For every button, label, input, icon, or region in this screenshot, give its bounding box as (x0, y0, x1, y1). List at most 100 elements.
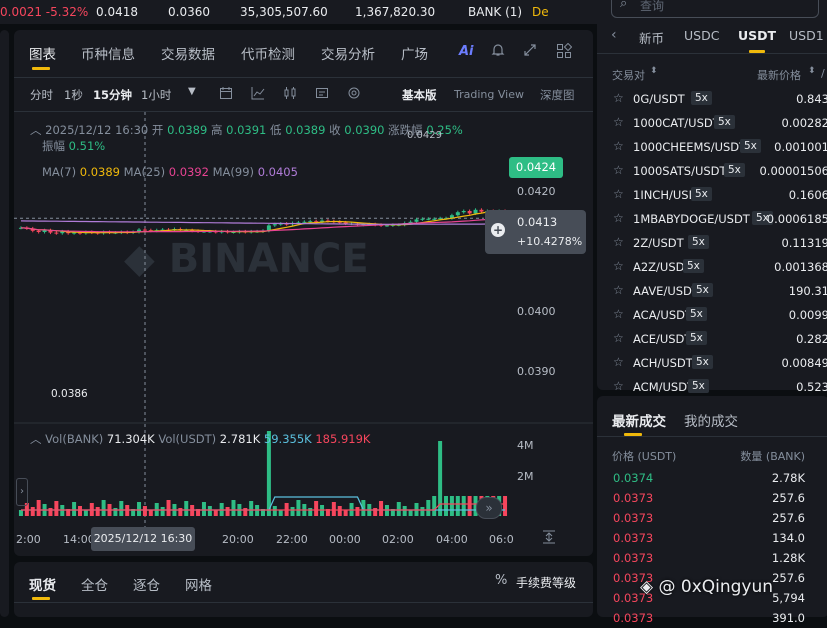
tf-1s[interactable]: 1秒 (64, 87, 83, 103)
trade-qty-header: 数量 (BANK) (740, 450, 805, 463)
pair-row[interactable]: ☆ A2Z/USDT 5x 0.001368 (597, 256, 827, 278)
template-icon[interactable] (314, 86, 330, 104)
tab-trade-analysis[interactable]: 交易分析 (321, 43, 375, 63)
expand-icon[interactable] (522, 43, 538, 61)
scroll-latest-icon[interactable]: » (476, 497, 502, 519)
settings-icon[interactable] (346, 86, 362, 104)
tab-trading-data[interactable]: 交易数据 (161, 43, 215, 63)
percent-icon[interactable]: % (495, 573, 507, 588)
indicator-icon[interactable] (250, 86, 266, 104)
tab-grid[interactable]: 网格 (185, 574, 212, 594)
candle-body (36, 230, 41, 232)
candle-body (473, 209, 478, 214)
favorite-star-icon[interactable]: ☆ (613, 283, 624, 297)
sort-icon[interactable]: ⬍ (808, 66, 816, 76)
tab-usdt[interactable]: USDT (738, 28, 776, 43)
favorite-star-icon[interactable]: ☆ (613, 139, 624, 153)
ai-icon[interactable]: Ai (459, 44, 474, 59)
tab-my-trades[interactable]: 我的成交 (684, 410, 738, 430)
view-depth[interactable]: 深度图 (540, 87, 575, 103)
pair-price: 0.523 (796, 380, 827, 394)
pair-row[interactable]: ☆ 1000SATS/USDT 5x 0.00001506 (597, 160, 827, 182)
ticker-holder[interactable]: BANK (1) (468, 5, 522, 19)
tf-line[interactable]: 分时 (30, 87, 53, 103)
pair-row[interactable]: ☆ 0G/USDT 5x 0.843 (597, 88, 827, 110)
layout-grid-icon[interactable] (556, 42, 573, 63)
tab-usdc[interactable]: USDC (684, 28, 719, 43)
chevron-down-icon[interactable]: ▼ (188, 86, 196, 97)
search-box[interactable]: ⌕ 查询 (611, 0, 819, 18)
search-input[interactable]: 查询 (640, 0, 664, 14)
pair-row[interactable]: ☆ ACM/USDT 5x 0.523 (597, 376, 827, 398)
pair-row[interactable]: ☆ ACH/USDT 5x 0.00849 (597, 352, 827, 374)
volume-bar (148, 510, 153, 516)
tab-usd1[interactable]: USD1 (789, 28, 824, 43)
tab-square[interactable]: 广场 (401, 43, 428, 63)
tab-latest-trades[interactable]: 最新成交 (612, 410, 666, 430)
pair-row[interactable]: ☆ AAVE/USDT 5x 190.31 (597, 280, 827, 302)
scroll-left-icon[interactable]: › (16, 478, 28, 506)
ma7-value: 0.0389 (79, 165, 120, 179)
left-panel-edge (0, 30, 9, 617)
bell-icon[interactable] (490, 43, 506, 61)
pair-row[interactable]: ☆ 1MBABYDOGE/USDT 5x 0.0006185 (597, 208, 827, 230)
ohlc-date: 2025/12/12 16:30 (45, 123, 149, 137)
favorite-star-icon[interactable]: ☆ (613, 379, 624, 393)
tab-isolated[interactable]: 逐仓 (133, 574, 160, 594)
sort-icon[interactable]: ⬍ (650, 66, 658, 76)
candle-type-icon[interactable] (282, 86, 298, 104)
time-tick: 14:00 (63, 533, 95, 546)
trade-row: 0.0373 134.0 (597, 528, 827, 548)
trade-qty: 257.6 (772, 571, 805, 585)
favorite-star-icon[interactable]: ☆ (613, 187, 624, 201)
favorite-star-icon[interactable]: ☆ (613, 115, 624, 129)
calendar-icon[interactable] (218, 86, 234, 104)
view-tradingview[interactable]: Trading View (454, 88, 524, 101)
pair-row[interactable]: ☆ ACE/USDT 5x 0.282 (597, 328, 827, 350)
pair-row[interactable]: ☆ 1000CHEEMS/USDT 5x 0.001001 (597, 136, 827, 158)
pair-row[interactable]: ☆ 1000CAT/USDT 5x 0.00282 (597, 112, 827, 134)
volume-legend: ︿ Vol(BANK) 71.304K Vol(USDT) 2.781K 59.… (30, 431, 370, 447)
volume-bar (72, 502, 77, 516)
tab-token-check[interactable]: 代币检测 (241, 43, 295, 63)
favorite-star-icon[interactable]: ☆ (613, 355, 624, 369)
fit-axis-icon[interactable] (541, 530, 557, 548)
tf-1h[interactable]: 1小时 (141, 87, 171, 103)
volume-bar (30, 507, 35, 516)
view-basic[interactable]: 基本版 (402, 87, 437, 103)
pair-row[interactable]: ☆ 2Z/USDT 5x 0.11319 (597, 232, 827, 254)
tab-chart[interactable]: 图表 (29, 43, 56, 63)
collapse-chevron-icon[interactable]: ︿ (30, 432, 42, 446)
favorite-star-icon[interactable]: ☆ (613, 91, 624, 105)
high-label: 高 (210, 123, 223, 137)
price-header[interactable]: 最新价格 (757, 67, 801, 83)
tf-15m[interactable]: 15分钟 (93, 87, 132, 103)
favorite-star-icon[interactable]: ☆ (613, 259, 624, 273)
pair-header[interactable]: 交易对 (612, 67, 645, 83)
volume-bar (213, 510, 218, 516)
volume-bar (408, 510, 413, 516)
fee-level-link[interactable]: 手续费等级 (516, 574, 576, 591)
pair-price: 0.11319 (781, 236, 827, 250)
tab-cross[interactable]: 全仓 (81, 574, 108, 594)
candle-body (272, 224, 277, 226)
vol-usdt: 2.781K (219, 432, 261, 446)
leverage-badge: 5x (692, 355, 713, 369)
favorite-star-icon[interactable]: ☆ (613, 163, 624, 177)
tab-new-coin[interactable]: 新币 (639, 28, 664, 47)
favorite-star-icon[interactable]: ☆ (613, 307, 624, 321)
favorite-star-icon[interactable]: ☆ (613, 235, 624, 249)
pair-row[interactable]: ☆ ACA/USDT 5x 0.0099 (597, 304, 827, 326)
favorite-star-icon[interactable]: ☆ (613, 331, 624, 345)
chevron-left-icon[interactable]: ‹ (611, 27, 617, 43)
tab-coin-info[interactable]: 币种信息 (81, 43, 135, 63)
trade-price: 0.0374 (613, 471, 654, 485)
add-alert-icon[interactable]: + (491, 223, 505, 237)
pair-symbol: ACH/USDT (633, 356, 693, 370)
tab-spot[interactable]: 现货 (29, 574, 56, 594)
collapse-chevron-icon[interactable]: ︿ (30, 123, 42, 137)
time-tick: 02:00 (382, 533, 414, 546)
leverage-badge: 5x (740, 139, 761, 153)
pair-row[interactable]: ☆ 1INCH/USDT 5x 0.1606 (597, 184, 827, 206)
favorite-star-icon[interactable]: ☆ (613, 211, 624, 225)
